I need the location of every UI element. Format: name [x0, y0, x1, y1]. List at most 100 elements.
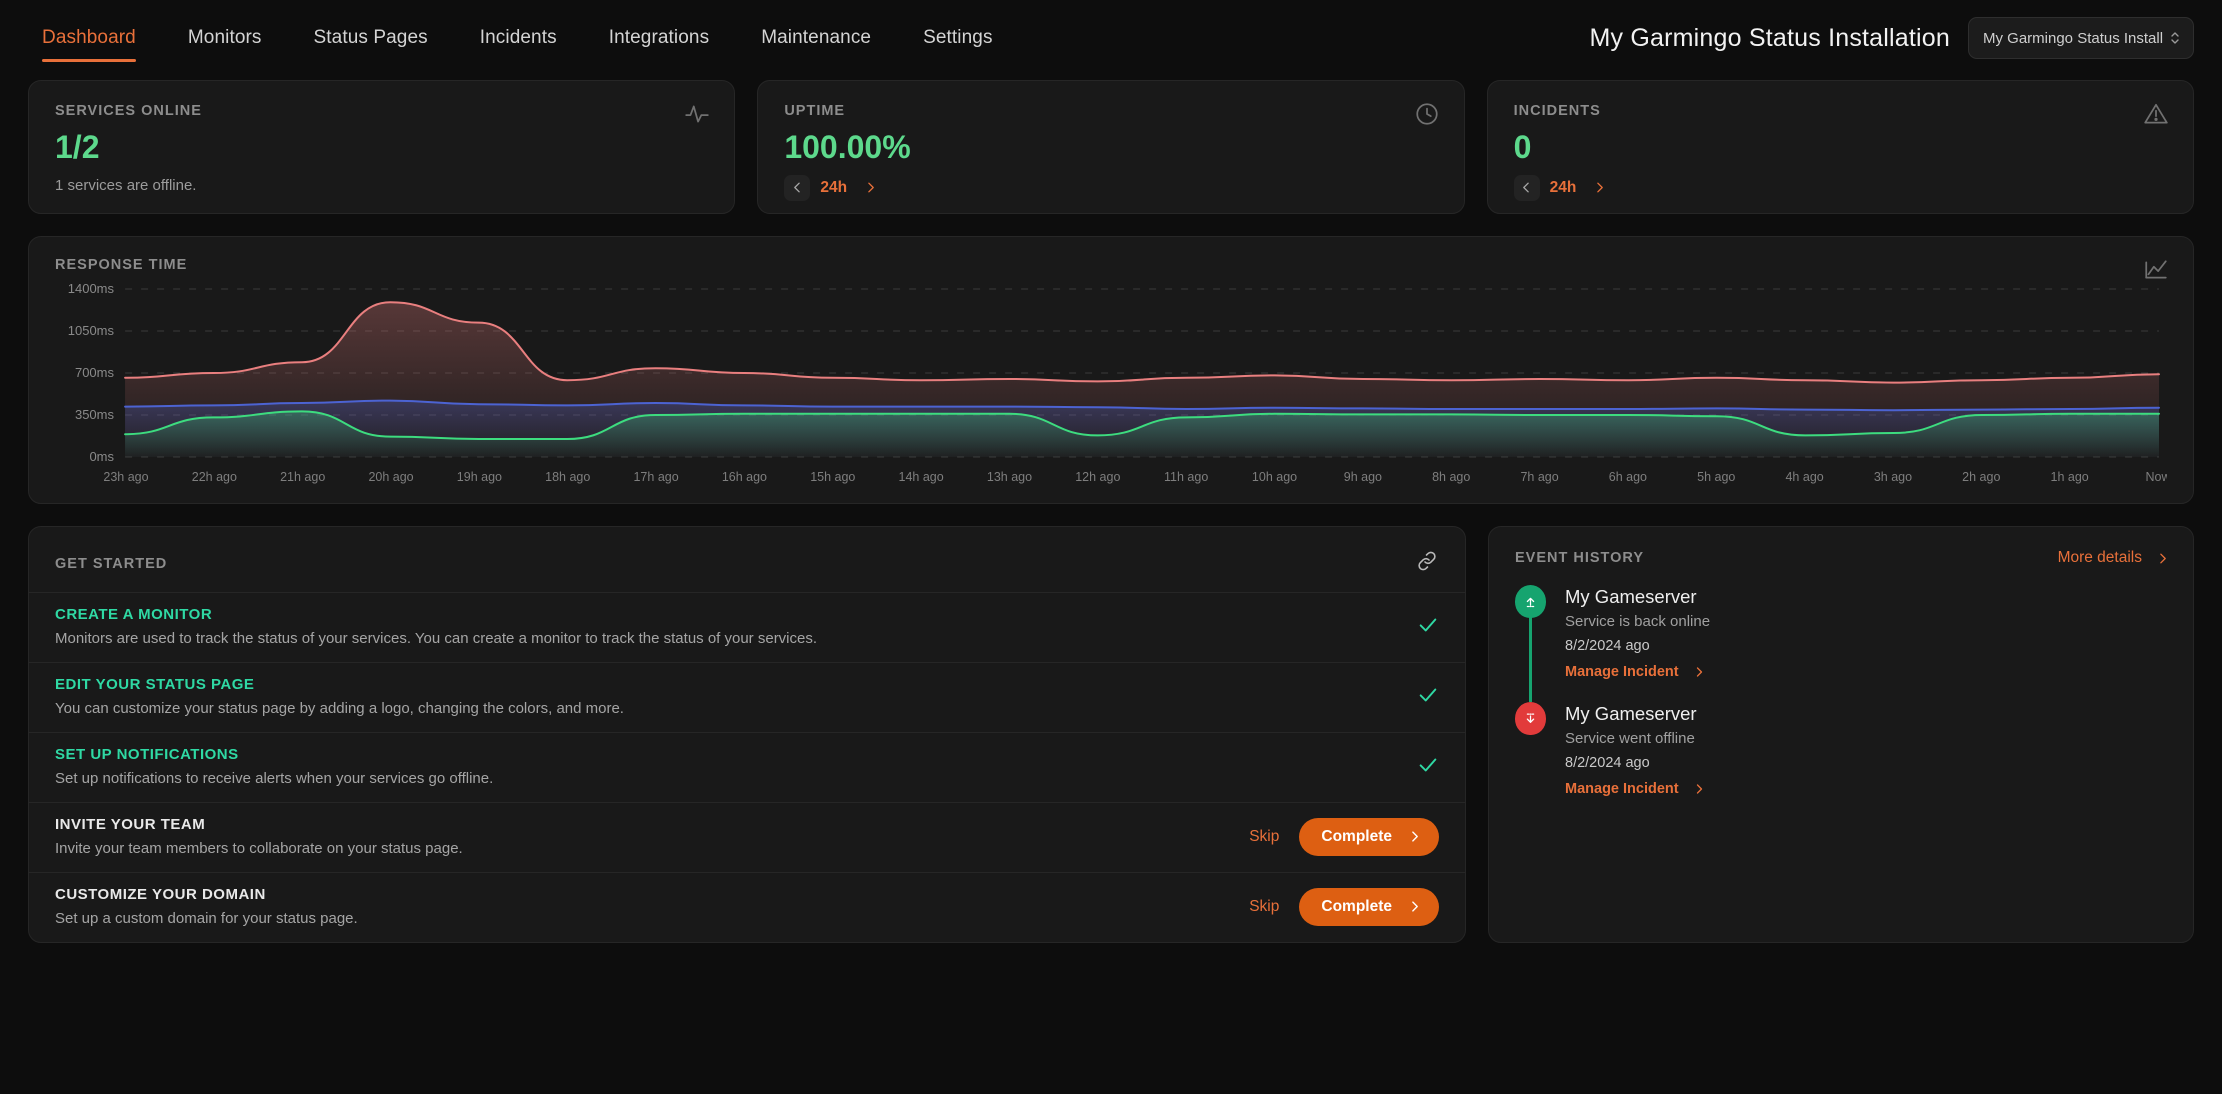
svg-text:0ms: 0ms — [89, 449, 114, 464]
complete-button-label: Complete — [1321, 897, 1392, 915]
uptime-range-prev-button[interactable] — [784, 174, 811, 201]
uptime-value: 100.00% — [784, 129, 911, 165]
service-down-icon — [1515, 702, 1546, 735]
get-started-item-desc: Monitors are used to track the status of… — [55, 630, 818, 647]
nav-item-status-pages[interactable]: Status Pages — [288, 0, 454, 76]
manage-incident-label: Manage Incident — [1565, 664, 1679, 680]
get-started-item: CUSTOMIZE YOUR DOMAIN Set up a custom do… — [29, 872, 1465, 942]
uptime-range-next-button[interactable] — [857, 175, 883, 201]
nav-label: Integrations — [608, 27, 710, 48]
get-started-item-title: INVITE YOUR TEAM — [55, 816, 206, 833]
get-started-item-text: EDIT YOUR STATUS PAGE You can customize … — [55, 676, 624, 717]
incidents-range-value: 24h — [1549, 178, 1577, 196]
nav-label: Dashboard — [42, 27, 136, 48]
response-time-axis-labels: 0ms 350ms 700ms 1050ms 1400ms 23h ago 22h ago 2… — [68, 281, 2167, 484]
check-icon — [1417, 684, 1439, 710]
nav-item-monitors[interactable]: Monitors — [162, 0, 288, 76]
incidents-label: INCIDENTS — [1513, 103, 1601, 119]
nav-label: Incidents — [479, 27, 557, 48]
main-nav: Dashboard Monitors Status Pages Incident… — [36, 0, 1019, 76]
svg-text:19h ago: 19h ago — [457, 470, 502, 484]
event-time: 8/2/2024 ago — [1565, 755, 1650, 771]
nav-item-integrations[interactable]: Integrations — [583, 0, 736, 76]
service-up-icon — [1515, 585, 1546, 618]
complete-button[interactable]: Complete — [1299, 817, 1439, 856]
card-event-history: EVENT HISTORY More details My Gameserver… — [1488, 526, 2194, 943]
svg-text:7h ago: 7h ago — [1520, 470, 1558, 484]
nav-label: Status Pages — [313, 27, 428, 48]
svg-text:21h ago: 21h ago — [280, 470, 325, 484]
services-online-sub: 1 services are offline. — [55, 176, 197, 194]
nav-item-dashboard[interactable]: Dashboard — [36, 0, 162, 76]
get-started-item: EDIT YOUR STATUS PAGE You can customize … — [29, 662, 1465, 732]
stat-cards-row: SERVICES ONLINE 1/2 1 services are offli… — [0, 80, 2222, 214]
event-body: My Gameserver Service is back online 8/2… — [1565, 585, 1710, 680]
topbar-right: My Garmingo Status Installation My Garmi… — [1589, 17, 2194, 59]
chevron-right-icon — [1412, 831, 1418, 842]
svg-text:23h ago: 23h ago — [103, 470, 148, 484]
get-started-item-title: SET UP NOTIFICATIONS — [55, 746, 239, 763]
card-uptime: UPTIME 100.00% 24h — [757, 80, 1465, 214]
event-time: 8/2/2024 ago — [1565, 638, 1650, 654]
get-started-item-title: CUSTOMIZE YOUR DOMAIN — [55, 886, 266, 903]
get-started-header: GET STARTED — [29, 549, 1465, 592]
nav-item-maintenance[interactable]: Maintenance — [735, 0, 897, 76]
check-icon — [1417, 754, 1439, 780]
manage-incident-link[interactable]: Manage Incident — [1565, 664, 1710, 680]
installation-select[interactable]: My Garmingo Status Install — [1968, 17, 2194, 59]
complete-button-label: Complete — [1321, 827, 1392, 845]
event-item: My Gameserver Service is back online 8/2… — [1515, 585, 2169, 702]
installation-select-value: My Garmingo Status Install — [1983, 29, 2164, 47]
get-started-item-desc: You can customize your status page by ad… — [55, 700, 624, 717]
svg-text:17h ago: 17h ago — [633, 470, 678, 484]
skip-button[interactable]: Skip — [1249, 828, 1279, 846]
svg-text:22h ago: 22h ago — [192, 470, 237, 484]
svg-text:8h ago: 8h ago — [1432, 470, 1470, 484]
top-navigation-bar: Dashboard Monitors Status Pages Incident… — [0, 0, 2222, 76]
event-pin-column — [1515, 585, 1547, 702]
svg-text:11h ago: 11h ago — [1164, 470, 1208, 484]
response-time-title: RESPONSE TIME — [55, 257, 188, 273]
link-icon[interactable] — [1415, 549, 1439, 578]
chevron-right-icon — [1696, 667, 1702, 677]
more-details-label: More details — [2057, 549, 2142, 566]
event-item: My Gameserver Service went offline 8/2/2… — [1515, 702, 2169, 797]
event-name: My Gameserver — [1565, 703, 1697, 724]
svg-text:Now: Now — [2145, 470, 2167, 484]
incidents-range-prev-button[interactable] — [1513, 174, 1540, 201]
svg-text:1050ms: 1050ms — [68, 323, 115, 338]
svg-text:6h ago: 6h ago — [1609, 470, 1647, 484]
get-started-item-desc: Set up a custom domain for your status p… — [55, 910, 358, 927]
svg-text:16h ago: 16h ago — [722, 470, 767, 484]
event-pin-column — [1515, 702, 1547, 797]
complete-button[interactable]: Complete — [1299, 887, 1439, 926]
card-get-started: GET STARTED CREATE A MONITOR Monitors ar… — [28, 526, 1466, 943]
incidents-value: 0 — [1513, 129, 1532, 165]
svg-text:12h ago: 12h ago — [1075, 470, 1120, 484]
more-details-link[interactable]: More details — [2058, 549, 2169, 567]
nav-label: Settings — [923, 27, 993, 48]
skip-button[interactable]: Skip — [1249, 898, 1279, 916]
get-started-item-actions: Skip Complete — [1249, 887, 1439, 926]
uptime-label: UPTIME — [784, 103, 846, 119]
svg-text:2h ago: 2h ago — [1962, 470, 2000, 484]
svg-text:1400ms: 1400ms — [68, 281, 115, 296]
svg-text:15h ago: 15h ago — [810, 470, 855, 484]
bottom-row: GET STARTED CREATE A MONITOR Monitors ar… — [0, 526, 2222, 943]
event-name: My Gameserver — [1565, 586, 1697, 607]
svg-text:3h ago: 3h ago — [1874, 470, 1912, 484]
response-time-chart: 0ms 350ms 700ms 1050ms 1400ms 23h ago 22h ago 2… — [55, 279, 2167, 491]
svg-text:5h ago: 5h ago — [1697, 470, 1735, 484]
manage-incident-link[interactable]: Manage Incident — [1565, 781, 1705, 797]
services-online-label: SERVICES ONLINE — [55, 103, 202, 119]
svg-text:4h ago: 4h ago — [1785, 470, 1823, 484]
get-started-item-actions: Skip Complete — [1249, 817, 1439, 856]
card-services-online: SERVICES ONLINE 1/2 1 services are offli… — [28, 80, 736, 214]
svg-text:10h ago: 10h ago — [1252, 470, 1297, 484]
incidents-range-next-button[interactable] — [1586, 175, 1612, 201]
nav-item-incidents[interactable]: Incidents — [454, 0, 583, 76]
svg-text:700ms: 700ms — [75, 365, 115, 380]
services-online-value: 1/2 — [55, 129, 100, 165]
get-started-item-desc: Set up notifications to receive alerts w… — [55, 770, 494, 787]
nav-item-settings[interactable]: Settings — [897, 0, 1018, 76]
